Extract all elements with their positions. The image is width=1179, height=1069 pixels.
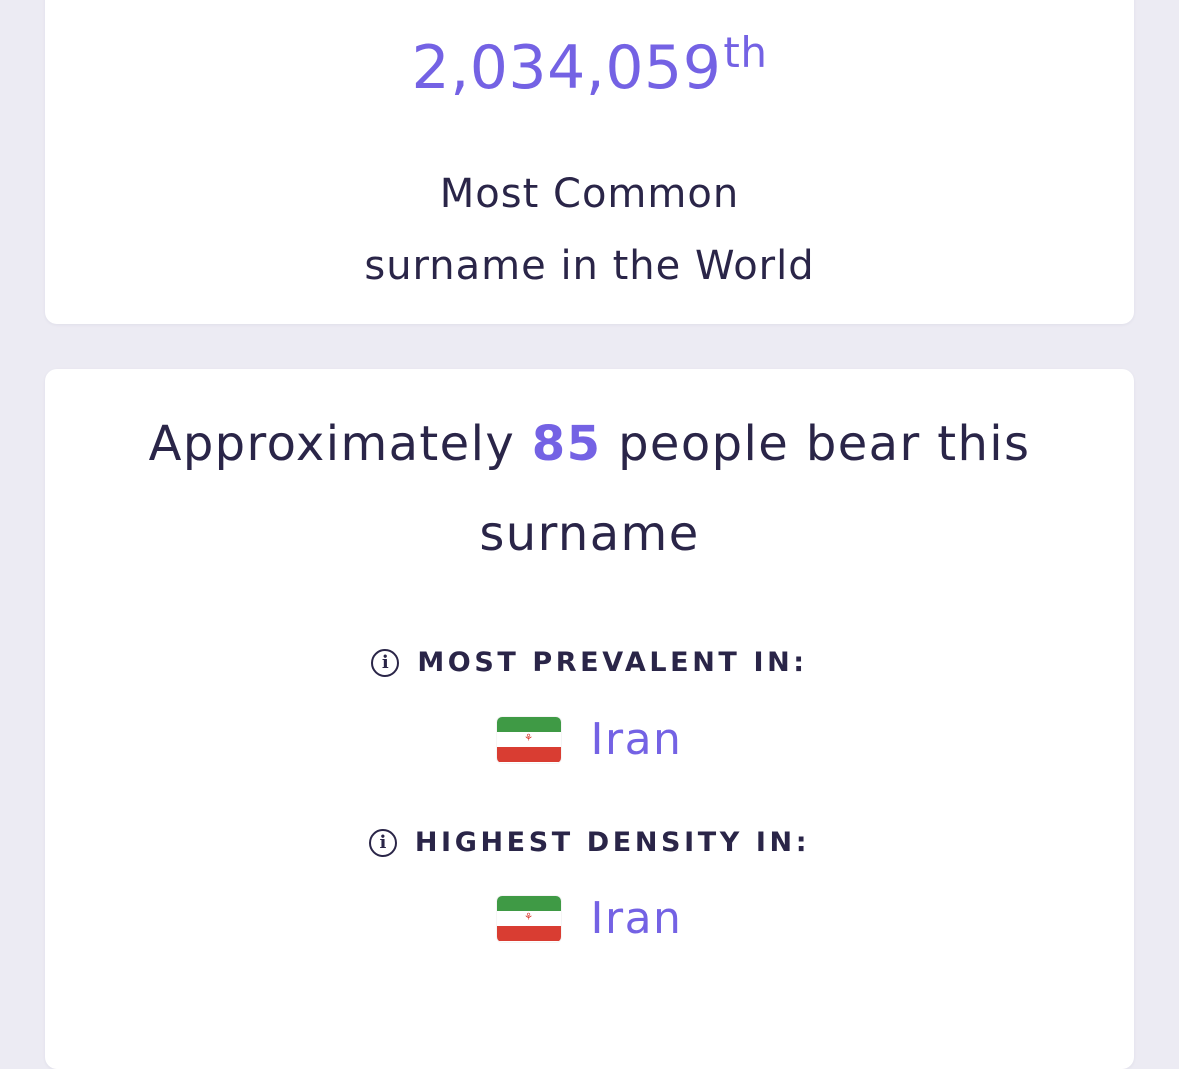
rank-card: 2,034,059th Most Common surname in the W… [45, 0, 1134, 324]
highest-density-heading: i HIGHEST DENSITY IN: [45, 827, 1134, 858]
most-prevalent-heading: i MOST PREVALENT IN: [45, 647, 1134, 678]
rank-number: 2,034,059 [411, 33, 722, 103]
highest-density-title: HIGHEST DENSITY IN: [414, 827, 811, 858]
most-prevalent-country-name[interactable]: Iran [591, 714, 683, 765]
people-text-before: Approximately [148, 416, 532, 472]
iran-flag-icon: ⚘ [496, 716, 561, 763]
people-count-card: Approximately 85 people bear this surnam… [45, 369, 1134, 1069]
people-count: 85 [531, 416, 602, 472]
highest-density-country[interactable]: ⚘ Iran [45, 893, 1134, 944]
rank-label-line1: Most Common [439, 171, 740, 217]
highest-density-country-name[interactable]: Iran [591, 893, 683, 944]
iran-flag-icon: ⚘ [496, 895, 561, 942]
rank-label-line2: surname in the World [364, 243, 815, 289]
most-prevalent-title: MOST PREVALENT IN: [417, 647, 808, 678]
info-icon[interactable]: i [368, 828, 397, 857]
most-prevalent-country[interactable]: ⚘ Iran [45, 714, 1134, 765]
people-count-text: Approximately 85 people bear this surnam… [85, 399, 1094, 579]
info-icon[interactable]: i [371, 648, 400, 677]
rank-label: Most Common surname in the World [45, 158, 1134, 302]
rank-suffix: th [723, 28, 768, 77]
surname-rank: 2,034,059th [45, 32, 1134, 99]
